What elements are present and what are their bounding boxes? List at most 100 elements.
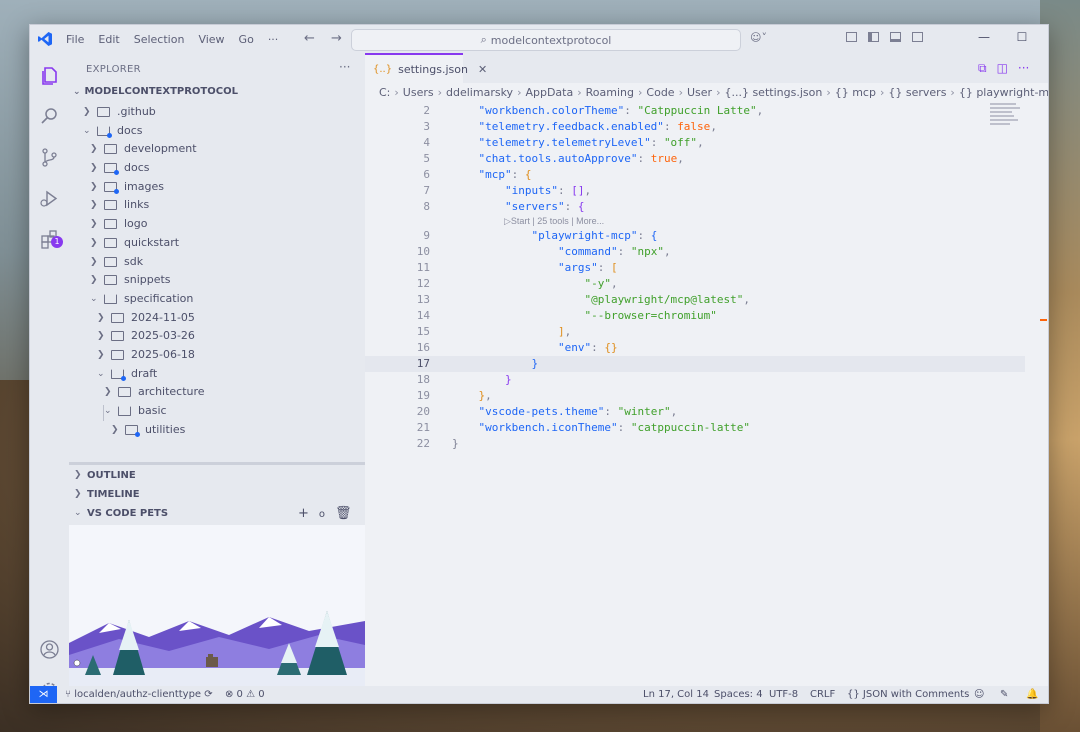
tree-item[interactable]: ❯ snippets <box>69 271 365 290</box>
remote-indicator-icon[interactable]: ⋊ <box>30 686 57 703</box>
explorer-icon[interactable] <box>39 65 60 86</box>
editor-scrollbar[interactable] <box>1033 99 1047 686</box>
breadcrumb-item[interactable]: Roaming <box>586 86 634 99</box>
tree-item[interactable]: ❯ 2025-06-18 <box>69 346 365 365</box>
split-editor-icon[interactable]: ◫ <box>997 61 1008 76</box>
outline-section[interactable]: ❯ OUTLINE <box>69 467 365 486</box>
close-icon[interactable]: ✕ <box>1041 30 1048 44</box>
code-line[interactable]: 4 "telemetry.telemetryLevel": "off", <box>365 135 1025 151</box>
menu-view[interactable]: View <box>198 33 224 46</box>
breadcrumb-item[interactable]: User <box>687 86 712 99</box>
encoding[interactable]: UTF-8 <box>769 686 798 703</box>
code-line[interactable]: 15 ], <box>365 324 1025 340</box>
tree-item[interactable]: ❯ utilities <box>69 421 365 440</box>
code-line[interactable]: 21 "workbench.iconTheme": "catppuccin-la… <box>365 420 1025 436</box>
code-line[interactable]: 3 "telemetry.feedback.enabled": false, <box>365 119 1025 135</box>
tree-item[interactable]: ❯ 2025-03-26 <box>69 327 365 346</box>
tree-item[interactable]: ❯ docs <box>69 159 365 178</box>
tree-item[interactable]: ❯ images <box>69 178 365 197</box>
breadcrumb-item[interactable]: {...} settings.json <box>724 86 822 99</box>
source-control-icon[interactable] <box>39 147 60 168</box>
branch-indicator[interactable]: ⑂ localden/authz-clienttype ⟳ <box>65 686 213 703</box>
tree-item[interactable]: ⌄ draft <box>69 365 365 384</box>
code-line[interactable]: 6 "mcp": { <box>365 167 1025 183</box>
copilot-status-icon[interactable]: ☺ <box>974 686 984 703</box>
pets-section[interactable]: ⌄ VS CODE PETS + o 🗑 <box>69 505 365 524</box>
tree-item[interactable]: ❯ links <box>69 196 365 215</box>
breadcrumb-item[interactable]: {} mcp <box>835 86 876 99</box>
menu-edit[interactable]: Edit <box>98 33 119 46</box>
tree-item[interactable]: ❯ sdk <box>69 253 365 272</box>
breadcrumb-item[interactable]: AppData <box>525 86 573 99</box>
tree-item[interactable]: ❯ 2024-11-05 <box>69 309 365 328</box>
mcp-server-codelens[interactable]: ▷Start | 25 tools | More... <box>504 215 604 228</box>
back-arrow-icon[interactable]: ← <box>304 31 315 46</box>
tree-item[interactable]: ❯ development <box>69 140 365 159</box>
cursor-position[interactable]: Ln 17, Col 14 <box>643 686 709 703</box>
feedback-icon[interactable]: ✎ <box>1000 686 1008 703</box>
code-line[interactable]: 20 "vscode-pets.theme": "winter", <box>365 404 1025 420</box>
breadcrumb-item[interactable]: {} playwright-mcp <box>959 86 1048 99</box>
breadcrumb-item[interactable]: {} servers <box>888 86 946 99</box>
toggle-panel-icon[interactable] <box>890 32 901 42</box>
code-line[interactable]: 14 "--browser=chromium" <box>365 308 1025 324</box>
command-center-search[interactable]: ⌕ modelcontextprotocol <box>351 29 741 51</box>
breadcrumb-item[interactable]: Users <box>403 86 434 99</box>
code-editor[interactable]: 2 "workbench.colorTheme": "Catppuccin La… <box>365 103 1025 452</box>
code-line[interactable]: 11 "args": [ <box>365 260 1025 276</box>
customize-layout-icon[interactable] <box>846 32 857 42</box>
code-line[interactable]: 22} <box>365 436 1025 452</box>
maximize-icon[interactable]: ☐ <box>1003 30 1041 44</box>
notifications-bell-icon[interactable]: 🔔 <box>1026 686 1038 703</box>
toggle-sidebar-icon[interactable] <box>868 32 879 42</box>
workspace-root[interactable]: ⌄ MODELCONTEXTPROTOCOL <box>73 86 238 97</box>
throw-ball-icon[interactable]: o <box>319 506 325 523</box>
menu-go[interactable]: Go <box>239 33 254 46</box>
code-line[interactable]: 5 "chat.tools.autoApprove": true, <box>365 151 1025 167</box>
tree-item[interactable]: ❯ .github <box>69 103 365 122</box>
tree-item[interactable]: ❯ quickstart <box>69 234 365 253</box>
tree-item[interactable]: ❯ architecture <box>69 383 365 402</box>
indentation[interactable]: Spaces: 4 <box>714 686 763 703</box>
code-line[interactable]: 2 "workbench.colorTheme": "Catppuccin La… <box>365 103 1025 119</box>
tree-item[interactable]: ❯ logo <box>69 215 365 234</box>
breadcrumb-item[interactable]: C: <box>379 86 390 99</box>
add-pet-icon[interactable]: + <box>298 506 309 523</box>
copilot-icon[interactable]: ☺˅ <box>750 31 767 44</box>
remove-pet-icon[interactable]: 🗑 <box>335 506 352 523</box>
code-line[interactable]: 17 } <box>365 356 1025 372</box>
code-line[interactable]: 18 } <box>365 372 1025 388</box>
code-line[interactable]: 12 "-y", <box>365 276 1025 292</box>
menu-more[interactable]: ··· <box>268 33 279 46</box>
forward-arrow-icon[interactable]: → <box>331 31 342 46</box>
pets-winter-scene[interactable] <box>69 525 365 686</box>
tree-item[interactable]: ⌄ basic <box>69 402 365 421</box>
menu-selection[interactable]: Selection <box>134 33 185 46</box>
more-actions-icon[interactable]: ··· <box>1018 61 1029 76</box>
breadcrumb-item[interactable]: Code <box>646 86 674 99</box>
tree-item[interactable]: ⌄ docs <box>69 122 365 141</box>
code-line[interactable]: 19 }, <box>365 388 1025 404</box>
minimap[interactable] <box>990 103 1022 129</box>
code-line[interactable]: 8 "servers": { <box>365 199 1025 215</box>
code-line[interactable]: 16 "env": {} <box>365 340 1025 356</box>
tab-settings-json[interactable]: {..} settings.json ✕ <box>365 53 487 83</box>
sidebar-scrollbar[interactable] <box>69 462 365 465</box>
accounts-icon[interactable] <box>39 639 60 660</box>
run-debug-icon[interactable] <box>39 188 60 209</box>
more-actions-icon[interactable]: ··· <box>339 60 350 74</box>
close-tab-icon[interactable]: ✕ <box>478 63 487 76</box>
tree-item[interactable]: ⌄ specification <box>69 290 365 309</box>
menu-file[interactable]: File <box>66 33 84 46</box>
language-mode[interactable]: {} JSON with Comments <box>847 686 969 703</box>
code-line[interactable]: 10 "command": "npx", <box>365 244 1025 260</box>
code-line[interactable]: 7 "inputs": [], <box>365 183 1025 199</box>
toggle-secondary-sidebar-icon[interactable] <box>912 32 923 42</box>
end-of-line[interactable]: CRLF <box>810 686 835 703</box>
minimize-icon[interactable]: — <box>965 30 1003 44</box>
search-icon[interactable] <box>39 106 60 127</box>
code-line[interactable]: 9 "playwright-mcp": { <box>365 228 1025 244</box>
timeline-section[interactable]: ❯ TIMELINE <box>69 486 365 505</box>
problems-indicator[interactable]: ⊗ 0 ⚠ 0 <box>225 686 265 703</box>
open-settings-ui-icon[interactable]: ⧉ <box>978 61 987 76</box>
